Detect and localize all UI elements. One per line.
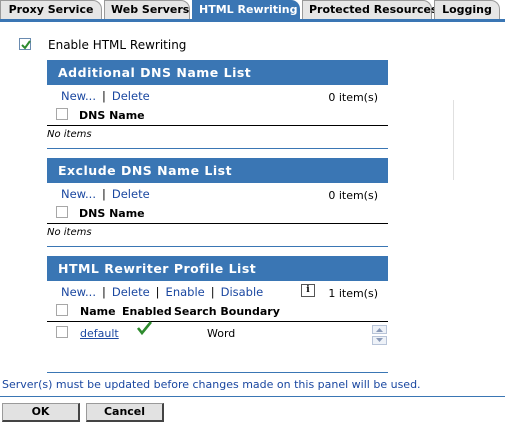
scroll-down-icon[interactable] — [372, 336, 387, 345]
rewriter-profile-panel: HTML Rewriter Profile List New... | Delete… — [47, 256, 388, 373]
info-icon[interactable]: i — [301, 284, 315, 297]
profile-select-all-checkbox[interactable] — [56, 304, 68, 316]
checkmark-icon — [136, 321, 153, 336]
profile-column-name: Name — [80, 305, 116, 318]
exclude-dns-panel: Exclude DNS Name List New... | Delete 0 it… — [47, 158, 388, 247]
additional-dns-delete-link[interactable]: Delete — [112, 89, 150, 103]
separator: | — [102, 285, 106, 299]
cancel-button[interactable]: Cancel — [86, 403, 164, 422]
scroll-up-icon[interactable] — [372, 325, 387, 334]
rewriter-profile-title: HTML Rewriter Profile List — [47, 256, 388, 281]
profile-count: 1 item(s) — [328, 287, 378, 300]
tab-bar: Proxy Service Web Servers HTML Rewriting… — [0, 0, 505, 22]
additional-dns-column-header: DNS Name — [79, 109, 145, 122]
additional-dns-empty-text: No items — [47, 129, 92, 140]
exclude-dns-new-link[interactable]: New... — [61, 187, 96, 201]
enable-html-rewriting-label: Enable HTML Rewriting — [48, 38, 187, 52]
page-scrollbar-track — [453, 100, 454, 180]
profile-column-enabled: Enabled — [122, 305, 172, 318]
checkmark-icon — [21, 40, 31, 50]
exclude-dns-column-header: DNS Name — [79, 207, 145, 220]
profile-search-boundary-value: Word — [207, 327, 236, 340]
tab-logging[interactable]: Logging — [434, 0, 500, 20]
exclude-dns-count: 0 item(s) — [328, 189, 378, 202]
profile-column-search-boundary: Search Boundary — [174, 305, 280, 318]
profile-name-link[interactable]: default — [80, 327, 119, 340]
ok-button[interactable]: OK — [2, 403, 80, 422]
header-divider — [47, 223, 388, 224]
profile-disable-link[interactable]: Disable — [221, 285, 264, 299]
separator: | — [102, 187, 106, 201]
tab-bar-underline — [0, 19, 505, 22]
footer-message: Server(s) must be updated before changes… — [2, 378, 421, 391]
additional-dns-new-link[interactable]: New... — [61, 89, 96, 103]
footer-divider — [0, 396, 505, 397]
separator: | — [210, 285, 215, 299]
tab-proxy-service[interactable]: Proxy Service — [0, 0, 102, 20]
separator: | — [102, 89, 106, 103]
additional-dns-select-all-checkbox[interactable] — [56, 108, 68, 120]
profile-enable-link[interactable]: Enable — [166, 285, 205, 299]
exclude-dns-empty-text: No items — [47, 227, 92, 238]
tab-web-servers[interactable]: Web Servers — [104, 0, 190, 20]
header-divider — [47, 125, 388, 126]
additional-dns-panel: Additional DNS Name List New... | Delete 0… — [47, 60, 388, 149]
separator: | — [155, 285, 160, 299]
header-divider — [47, 321, 388, 322]
tab-protected-resources[interactable]: Protected Resources — [302, 0, 438, 20]
profile-delete-link[interactable]: Delete — [112, 285, 150, 299]
profile-new-link[interactable]: New... — [61, 285, 96, 299]
exclude-dns-delete-link[interactable]: Delete — [112, 187, 150, 201]
exclude-dns-title: Exclude DNS Name List — [47, 158, 388, 183]
additional-dns-count: 0 item(s) — [328, 91, 378, 104]
exclude-dns-select-all-checkbox[interactable] — [56, 206, 68, 218]
additional-dns-title: Additional DNS Name List — [47, 60, 388, 85]
enable-html-rewriting-checkbox[interactable] — [19, 38, 31, 50]
profile-row-checkbox[interactable] — [56, 326, 68, 338]
